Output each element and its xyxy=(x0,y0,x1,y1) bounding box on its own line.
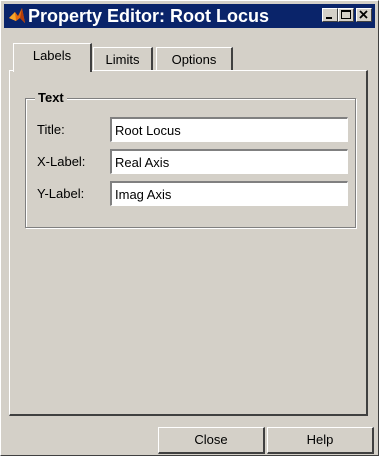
title-label: Title: xyxy=(37,122,65,137)
y-label-label: Y-Label: xyxy=(37,186,85,201)
y-label-field[interactable] xyxy=(110,181,348,206)
matlab-icon xyxy=(8,7,26,25)
title-bar[interactable]: Property Editor: Root Locus xyxy=(4,4,375,28)
tab-labels[interactable]: Labels xyxy=(13,43,92,72)
window-title: Property Editor: Root Locus xyxy=(28,6,270,26)
minimize-icon xyxy=(326,17,332,19)
help-button[interactable]: Help xyxy=(267,427,374,454)
maximize-button[interactable] xyxy=(338,8,354,22)
minimize-button[interactable] xyxy=(322,8,338,22)
maximize-icon xyxy=(341,10,351,19)
tab-limits[interactable]: Limits xyxy=(93,47,153,70)
title-field[interactable] xyxy=(110,117,348,142)
text-group-label: Text xyxy=(35,90,67,106)
x-label-field[interactable] xyxy=(110,149,348,174)
tab-options[interactable]: Options xyxy=(156,47,233,70)
close-window-button[interactable] xyxy=(356,8,372,22)
close-icon xyxy=(359,10,368,19)
x-label-label: X-Label: xyxy=(37,154,86,169)
close-button[interactable]: Close xyxy=(158,427,265,454)
property-editor-window: Property Editor: Root Locus Labels Limit… xyxy=(0,0,379,456)
